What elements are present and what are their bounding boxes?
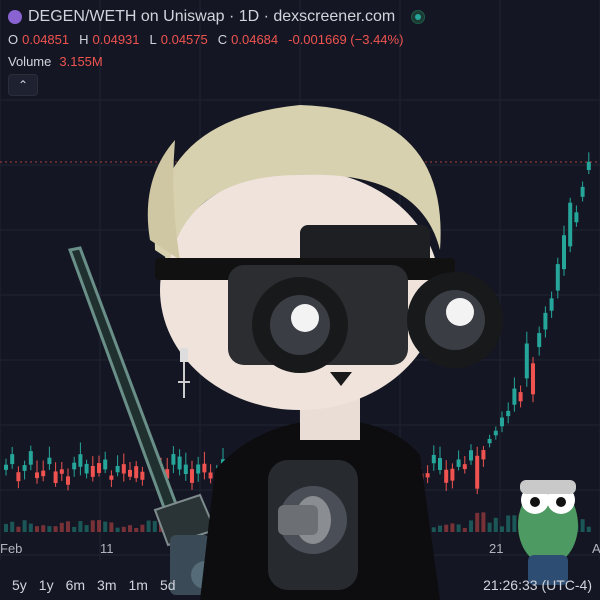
range-5y-button[interactable]: 5y (12, 577, 27, 593)
range-1y-button[interactable]: 1y (39, 577, 54, 593)
x-tick-label: A (592, 541, 600, 556)
avatar-illustration (67, 105, 578, 600)
chevron-up-icon: ⌃ (17, 78, 29, 92)
x-tick-label: 21 (489, 541, 504, 556)
range-6m-button[interactable]: 6m (66, 577, 85, 593)
range-3m-button[interactable]: 3m (97, 577, 116, 593)
clock-readout[interactable]: 21:26:33 (UTC-4) (483, 577, 592, 593)
collapse-legend-button[interactable]: ⌃ (8, 74, 38, 96)
x-tick-label: Feb (0, 541, 23, 556)
range-5d-button[interactable]: 5d (160, 577, 176, 593)
range-1m-button[interactable]: 1m (129, 577, 148, 593)
x-tick-label: 11 (100, 541, 114, 556)
